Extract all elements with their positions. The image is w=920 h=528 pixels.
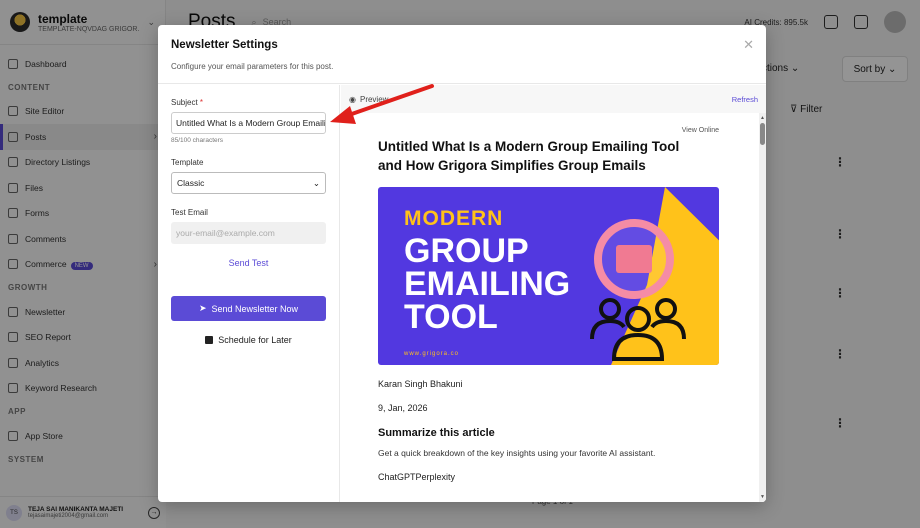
settings-panel: Subject * Untitled What Is a Modern Grou…	[158, 85, 340, 502]
preview-post-title: Untitled What Is a Modern Group Emailing…	[378, 139, 680, 173]
email-preview: View Online Untitled What Is a Modern Gr…	[341, 113, 766, 502]
close-icon[interactable]: ✕	[743, 37, 754, 53]
character-counter: 85/100 characters	[171, 137, 224, 144]
send-test-button[interactable]: Send Test	[171, 258, 326, 268]
test-email-label: Test Email	[171, 208, 208, 217]
preview-scrollbar[interactable]	[759, 113, 766, 502]
refresh-button[interactable]: Refresh	[732, 95, 758, 104]
people-icon	[590, 298, 686, 361]
paper-plane-icon: ➤	[198, 303, 207, 313]
schedule-later-button[interactable]: Schedule for Later	[171, 335, 326, 345]
send-newsletter-button[interactable]: ➤ Send Newsletter Now	[171, 296, 326, 321]
scroll-up-icon[interactable]: ▲	[760, 115, 765, 121]
subject-label: Subject *	[171, 98, 204, 107]
template-select[interactable]: Classic ⌄	[171, 172, 326, 194]
subject-input[interactable]: Untitled What Is a Modern Group Emailing…	[171, 112, 326, 134]
envelope-icon	[616, 245, 652, 273]
eye-icon: ◉	[349, 94, 356, 104]
view-online-link[interactable]: View Online	[682, 127, 719, 134]
modal-subtitle: Configure your email parameters for this…	[171, 62, 334, 71]
newsletter-settings-modal: Newsletter Settings Configure your email…	[158, 25, 766, 502]
summary-heading: Summarize this article	[378, 427, 495, 439]
post-author: Karan Singh Bhakuni	[378, 379, 463, 389]
preview-panel: ◉ Preview Refresh View Online Untitled Wh…	[341, 85, 766, 502]
summary-text: Get a quick breakdown of the key insight…	[378, 448, 656, 458]
calendar-icon	[205, 336, 214, 344]
template-label: Template	[171, 158, 204, 167]
ai-assistant-links[interactable]: ChatGPTPerplexity	[378, 472, 728, 482]
hero-image: MODERN GROUP EMAILING TOOL www.grigora.co	[378, 187, 719, 365]
scroll-down-icon[interactable]: ▼	[760, 494, 765, 500]
post-date: 9, Jan, 2026	[378, 403, 428, 413]
test-email-field[interactable]: your-email@example.com	[171, 222, 326, 244]
chevron-down-icon: ⌄	[312, 178, 320, 188]
scrollbar-thumb[interactable]	[760, 123, 765, 145]
modal-title: Newsletter Settings	[171, 39, 278, 51]
preview-label: ◉ Preview	[349, 94, 389, 104]
